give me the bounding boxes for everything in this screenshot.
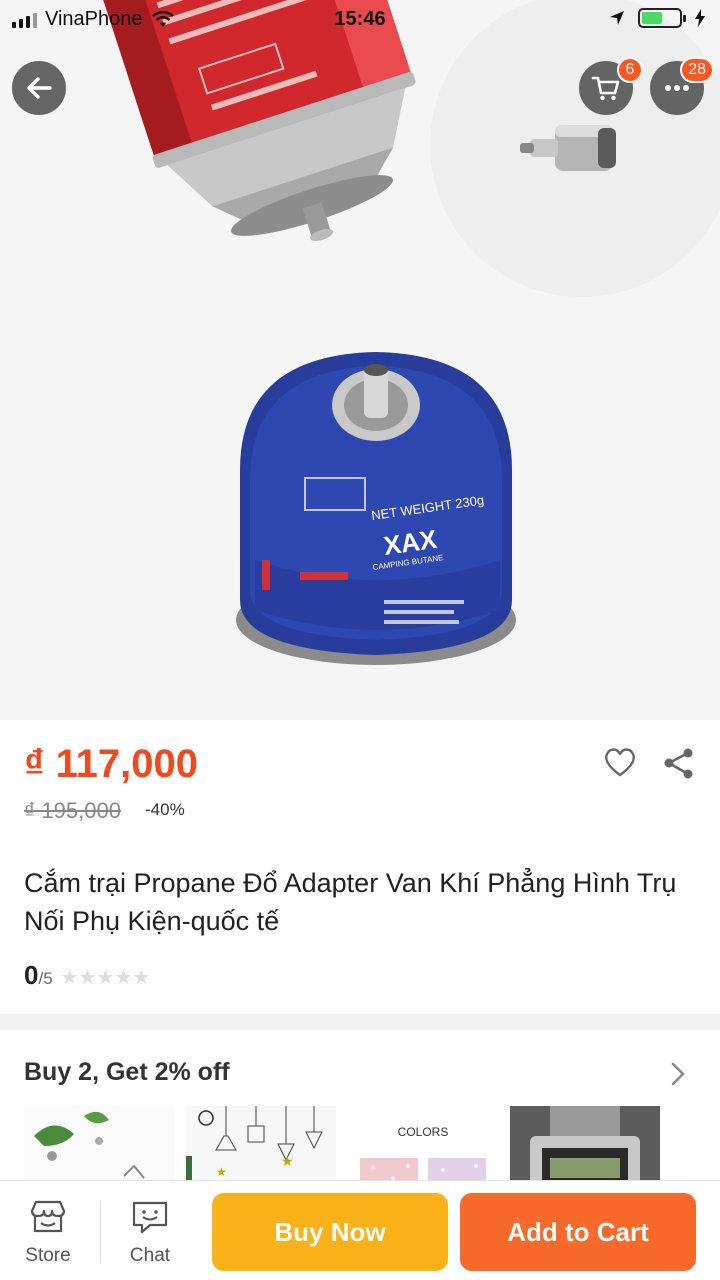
section-divider: [0, 1014, 720, 1030]
promo-section[interactable]: Buy 2, Get 2% off ★ ★ COLORS: [0, 1030, 720, 1196]
bottom-action-bar: Store Chat Buy Now Add to Cart: [0, 1180, 720, 1280]
svg-text:★: ★: [281, 1153, 294, 1169]
add-to-cart-button[interactable]: Add to Cart: [460, 1193, 696, 1271]
arrow-left-icon: [27, 77, 52, 99]
store-label: Store: [25, 1245, 71, 1266]
heart-icon: [605, 748, 635, 777]
buy-now-button[interactable]: Buy Now: [212, 1193, 448, 1271]
store-icon: [30, 1200, 66, 1233]
chat-icon: [132, 1201, 168, 1234]
promo-title: Buy 2, Get 2% off: [24, 1058, 230, 1086]
cart-badge: 6: [617, 57, 643, 83]
rating-value: 0: [24, 960, 39, 990]
rating-max: /5: [38, 969, 53, 988]
battery-level: [642, 12, 662, 24]
svg-text:COLORS: COLORS: [398, 1125, 449, 1139]
status-bar: VinaPhone 15:46: [0, 0, 720, 38]
chat-button[interactable]: Chat: [110, 1199, 190, 1267]
share-icon: [664, 748, 693, 779]
battery-icon: [638, 8, 686, 28]
rating[interactable]: 0 /5 ★★★★★: [24, 960, 150, 991]
bottom-divider: [100, 1201, 101, 1263]
chat-label: Chat: [129, 1245, 171, 1266]
more-button[interactable]: 28: [650, 57, 714, 115]
rating-stars-icon: ★★★★★: [60, 967, 151, 989]
cart-button[interactable]: 6: [579, 57, 643, 115]
back-button[interactable]: [12, 61, 66, 115]
share-button[interactable]: [662, 746, 696, 785]
more-badge: 28: [680, 57, 714, 83]
charging-icon: [695, 9, 705, 27]
svg-text:★: ★: [216, 1165, 227, 1179]
product-info: ₫ 117,000 ₫ 195,000 -40% Cắm trại Propan…: [0, 720, 720, 1014]
store-button[interactable]: Store: [8, 1199, 88, 1267]
status-right: [608, 8, 706, 28]
location-icon: [610, 11, 624, 25]
wishlist-button[interactable]: [603, 746, 637, 783]
cart-icon: [591, 76, 620, 101]
discount-label: -40%: [145, 800, 185, 819]
chevron-right-icon: [671, 1062, 685, 1086]
original-price: ₫ 195,000: [24, 798, 121, 823]
current-price: ₫ 117,000: [24, 742, 199, 786]
product-title: Cắm trại Propane Đổ Adapter Van Khí Phẳn…: [24, 868, 677, 936]
